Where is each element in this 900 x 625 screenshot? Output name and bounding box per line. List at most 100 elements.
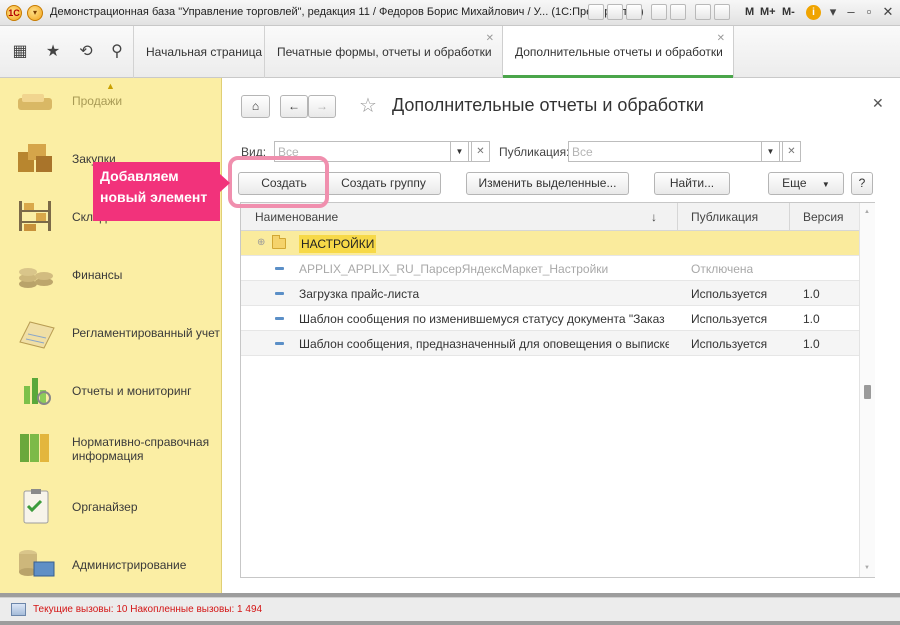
row-name: APPLIX_APPLIX_RU_ПарсерЯндексМаркет_Наст… [299,262,609,276]
tab-label: Начальная страница [146,45,263,59]
table-group-row[interactable]: ⊕ НАСТРОЙКИ [241,231,859,256]
reports-table: Наименование ↓ Публикация Версия ⊕ НАСТР… [240,202,875,578]
close-form-icon[interactable]: ✕ [872,95,884,112]
home-button[interactable]: ⌂ [241,95,270,118]
sidebar-item-finance[interactable]: Финансы [0,246,222,302]
create-group-button[interactable]: Создать группу [326,172,441,195]
help-button[interactable]: ? [851,172,873,195]
column-header-name[interactable]: Наименование [255,210,338,224]
calendar-icon[interactable] [714,4,730,20]
memory-button[interactable]: M [745,6,754,18]
sidebar-item-reference-info[interactable]: Нормативно-справочная информация [0,420,222,476]
link-icon[interactable] [670,4,686,20]
sidebar-item-label: Финансы [72,268,123,282]
info-icon[interactable]: i [806,5,821,20]
tab-label: Дополнительные отчеты и обработки [515,45,723,59]
table-row[interactable]: Загрузка прайс-листа Используется 1.0 [241,281,859,306]
row-publication: Используется [691,337,768,351]
reference-info-icon [20,434,49,462]
finance-icon [19,268,53,288]
more-button[interactable]: Еще ▼ [768,172,844,195]
status-bar-inner: Текущие вызовы: 10 Накопленные вызовы: 1… [0,597,900,621]
organizer-icon [23,489,49,524]
row-name: Шаблон сообщения по изменившемуся статус… [299,312,669,326]
table-header: Наименование ↓ Публикация Версия [241,203,859,231]
favorites-icon[interactable] [651,4,667,20]
chevron-down-icon: ▼ [821,180,830,189]
group-name: НАСТРОЙКИ [299,235,377,253]
sidebar-item-regulated-accounting[interactable]: Регламентированный учет [0,304,222,360]
save-icon[interactable] [588,4,604,20]
top-navigation: ▦ ★ ⟲ ⚲ Начальная страница Печатные форм… [0,26,900,79]
window-titlebar: 1С ▾ Демонстрационная база "Управление т… [0,0,900,26]
expand-icon[interactable]: ⊕ [257,238,267,248]
sidebar-item-reports[interactable]: Отчеты и мониторинг [0,362,222,418]
search-icon[interactable]: ⚲ [108,43,126,61]
reports-monitoring-icon [24,378,51,405]
memory-plus-button[interactable]: M+ [760,6,776,18]
star-icon[interactable]: ★ [44,43,62,61]
callout-line2: новый элемент [100,189,208,205]
report-item-icon [275,317,284,320]
more-label: Еще [782,176,807,190]
filter-publication-field[interactable]: Все ▼ ✕ [568,141,801,162]
tab-label: Печатные формы, отчеты и обработки [277,45,492,59]
clear-icon[interactable]: ✕ [471,141,490,162]
favorite-star-icon[interactable]: ☆ [359,93,377,118]
server-calls-icon[interactable] [11,603,26,616]
history-icon[interactable]: ⟲ [77,43,95,61]
row-publication: Используется [691,312,768,326]
print-icon[interactable] [607,4,623,20]
close-icon[interactable]: ✕ [486,34,494,44]
back-button[interactable]: ← [280,95,308,118]
sidebar-item-sales[interactable]: Продажи [0,78,222,134]
page-title: Дополнительные отчеты и обработки [392,95,704,115]
main-menu-icon[interactable]: ▾ [27,5,43,21]
row-version: 1.0 [803,312,820,326]
chevron-down-icon[interactable]: ▾ [824,4,842,21]
home-icon: ⌂ [251,99,260,113]
column-separator [677,203,678,231]
row-publication: Отключена [691,262,754,276]
maximize-button[interactable]: ▫ [860,4,878,21]
sort-arrow-icon[interactable]: ↓ [651,210,657,224]
table-scrollbar[interactable]: ▲ ▼ [859,203,875,577]
sidebar-item-label: Регламентированный учет [72,326,220,340]
table-row[interactable]: APPLIX_APPLIX_RU_ПарсерЯндексМаркет_Наст… [241,256,859,281]
sections-sidebar: ▲ Продажи Закупки Склад Финансы Регламен… [0,78,222,593]
callout-line1: Добавляем [100,168,179,184]
column-header-version[interactable]: Версия [803,210,844,224]
calculator-icon[interactable] [695,4,711,20]
sidebar-item-administration[interactable]: Администрирование [0,536,222,592]
column-header-publication[interactable]: Публикация [691,210,758,224]
table-row[interactable]: Шаблон сообщения по изменившемуся статус… [241,306,859,331]
close-icon[interactable]: ✕ [717,34,725,44]
tab-print-forms[interactable]: Печатные формы, отчеты и обработки ✕ [264,26,502,78]
tab-additional-reports[interactable]: Дополнительные отчеты и обработки ✕ [502,26,734,79]
scrollbar-thumb[interactable] [864,385,871,399]
scroll-up-icon[interactable]: ▲ [864,209,870,215]
table-row[interactable]: Шаблон сообщения, предназначенный для оп… [241,331,859,356]
filter-publication-label: Публикация: [499,145,570,159]
arrow-left-icon: ← [288,99,300,113]
clear-icon[interactable]: ✕ [782,141,801,162]
sidebar-item-label: Продажи [72,94,123,108]
find-button[interactable]: Найти... [654,172,730,195]
sidebar-item-label: Отчеты и мониторинг [72,384,192,398]
chevron-down-icon[interactable]: ▼ [761,141,780,162]
create-button-highlight [228,156,329,208]
chevron-down-icon[interactable]: ▼ [450,141,469,162]
forward-button[interactable]: → [308,95,336,118]
minimize-button[interactable]: – [842,4,860,21]
row-name: Загрузка прайс-листа [299,287,420,301]
memory-minus-button[interactable]: M- [782,6,795,18]
close-window-button[interactable]: ✕ [879,4,897,21]
grid-menu-icon[interactable]: ▦ [11,43,29,61]
scroll-down-icon[interactable]: ▼ [864,565,870,571]
tab-home[interactable]: Начальная страница [133,26,274,78]
edit-selected-button[interactable]: Изменить выделенные... [466,172,629,195]
sidebar-item-organizer[interactable]: Органайзер [0,478,222,534]
filter-publication-placeholder: Все [572,145,593,159]
app-logo-icon[interactable]: 1С [6,5,22,21]
preview-icon[interactable] [626,4,642,20]
